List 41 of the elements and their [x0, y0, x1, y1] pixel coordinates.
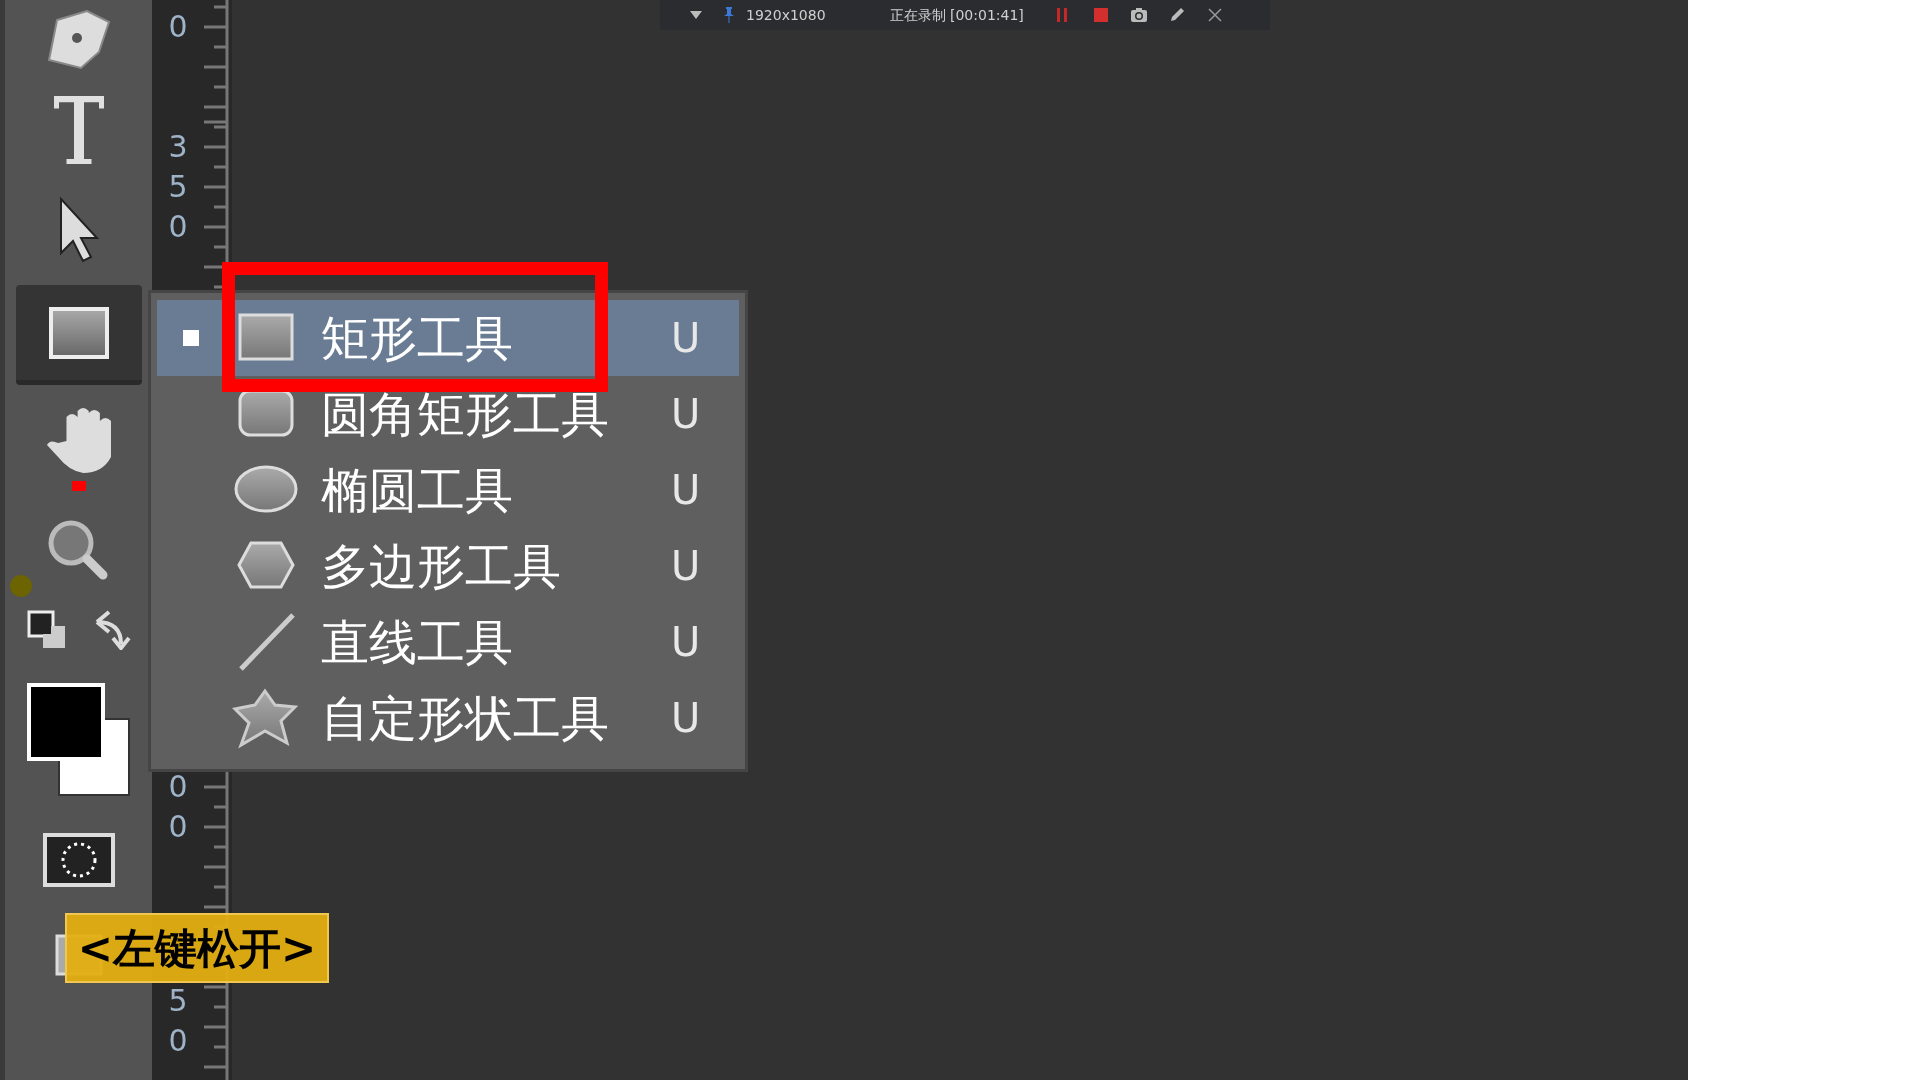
shortcut-key: U — [671, 622, 701, 662]
color-swap-icon — [26, 610, 131, 650]
ruler-label: 5 — [168, 172, 188, 202]
menu-item[interactable]: 多边形工具 U — [157, 528, 739, 604]
star-shape-icon — [231, 687, 301, 749]
menu-item[interactable]: 矩形工具 U — [157, 300, 739, 376]
menu-item-label: 自定形状工具 — [321, 694, 610, 742]
menu-item-label: 直线工具 — [321, 618, 514, 666]
recording-status: 正在录制 [00:01:41] — [889, 5, 1024, 25]
shortcut-key: U — [671, 394, 701, 434]
menu-item-label: 椭圆工具 — [321, 466, 514, 514]
key-hint-tooltip: <左键松开> — [65, 913, 329, 983]
pin-icon[interactable] — [722, 6, 736, 24]
shortcut-key: U — [671, 698, 701, 738]
pointer-icon — [58, 197, 99, 263]
text-icon — [53, 96, 104, 164]
selected-bullet-icon — [183, 330, 199, 346]
ruler-label: 3 — [168, 132, 188, 162]
ruler-label: 0 — [168, 772, 188, 802]
shortcut-key: U — [671, 546, 701, 586]
close-icon[interactable] — [1205, 6, 1224, 24]
shortcut-key: U — [671, 318, 701, 358]
camera-icon[interactable] — [1129, 6, 1148, 24]
menu-item[interactable]: 自定形状工具 U — [157, 680, 739, 756]
menu-item[interactable]: 直线工具 U — [157, 604, 739, 680]
ruler-label: 0 — [168, 212, 188, 242]
menu-item[interactable]: 椭圆工具 U — [157, 452, 739, 528]
rectangle-tool[interactable] — [15, 285, 142, 385]
menu-item-label: 矩形工具 — [321, 314, 514, 362]
color-swatch-icon — [26, 683, 131, 797]
ruler-label: 5 — [168, 986, 188, 1016]
rectangle-icon — [48, 306, 109, 359]
shortcut-key: U — [671, 470, 701, 510]
ruler-label: 0 — [168, 1026, 188, 1056]
ruler-label: 0 — [168, 12, 188, 42]
stop-icon[interactable] — [1091, 6, 1110, 24]
ruler-label: 0 — [168, 812, 188, 842]
resolution-label: 1920x1080 — [746, 5, 826, 25]
menu-item-label: 多边形工具 — [321, 542, 562, 590]
menu-item-label: 圆角矩形工具 — [321, 390, 610, 438]
quick-mask-icon — [42, 833, 115, 887]
